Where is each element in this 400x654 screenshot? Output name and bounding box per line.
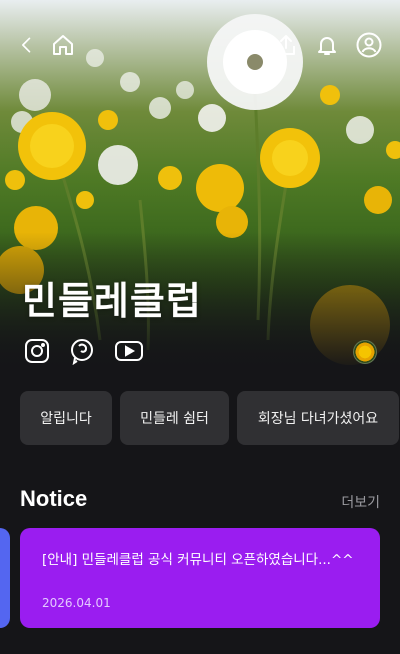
chip-president-visited[interactable]: 회장님 다녀가셨어요 [237,391,399,445]
dandelion-avatar[interactable] [353,340,377,364]
more-link[interactable]: 더보기 [341,492,380,512]
profile-icon[interactable] [354,30,384,60]
social-links [22,337,144,365]
club-title: 민들레클럽 [22,279,202,323]
chip-dandelion-lounge[interactable]: 민들레 쉼터 [120,391,229,445]
notice-card-title: [안내] 민들레클럽 공식 커뮤니티 오픈하였습니다...^^ [42,552,354,568]
chip-announcements[interactable]: 알립니다 [20,391,112,445]
share-icon[interactable] [271,30,301,60]
instagram-icon[interactable] [22,337,52,365]
youtube-icon[interactable] [114,337,144,365]
notice-card-date: 2026.04.01 [42,596,111,610]
home-icon[interactable] [48,30,78,60]
notice-card[interactable]: [안내] 민들레클럽 공식 커뮤니티 오픈하였습니다...^^ 2026.04.… [20,528,380,628]
notice-heading: Notice [20,486,88,511]
top-navigation-bar [0,30,400,62]
back-arrow-icon[interactable] [12,30,42,60]
category-chips: 알립니다 민들레 쉼터 회장님 다녀가셨어요 [20,391,399,445]
notice-header: Notice 더보기 [20,486,380,516]
threads-icon[interactable] [68,337,98,365]
previous-notice-card[interactable] [0,528,10,628]
bell-icon[interactable] [312,30,342,60]
